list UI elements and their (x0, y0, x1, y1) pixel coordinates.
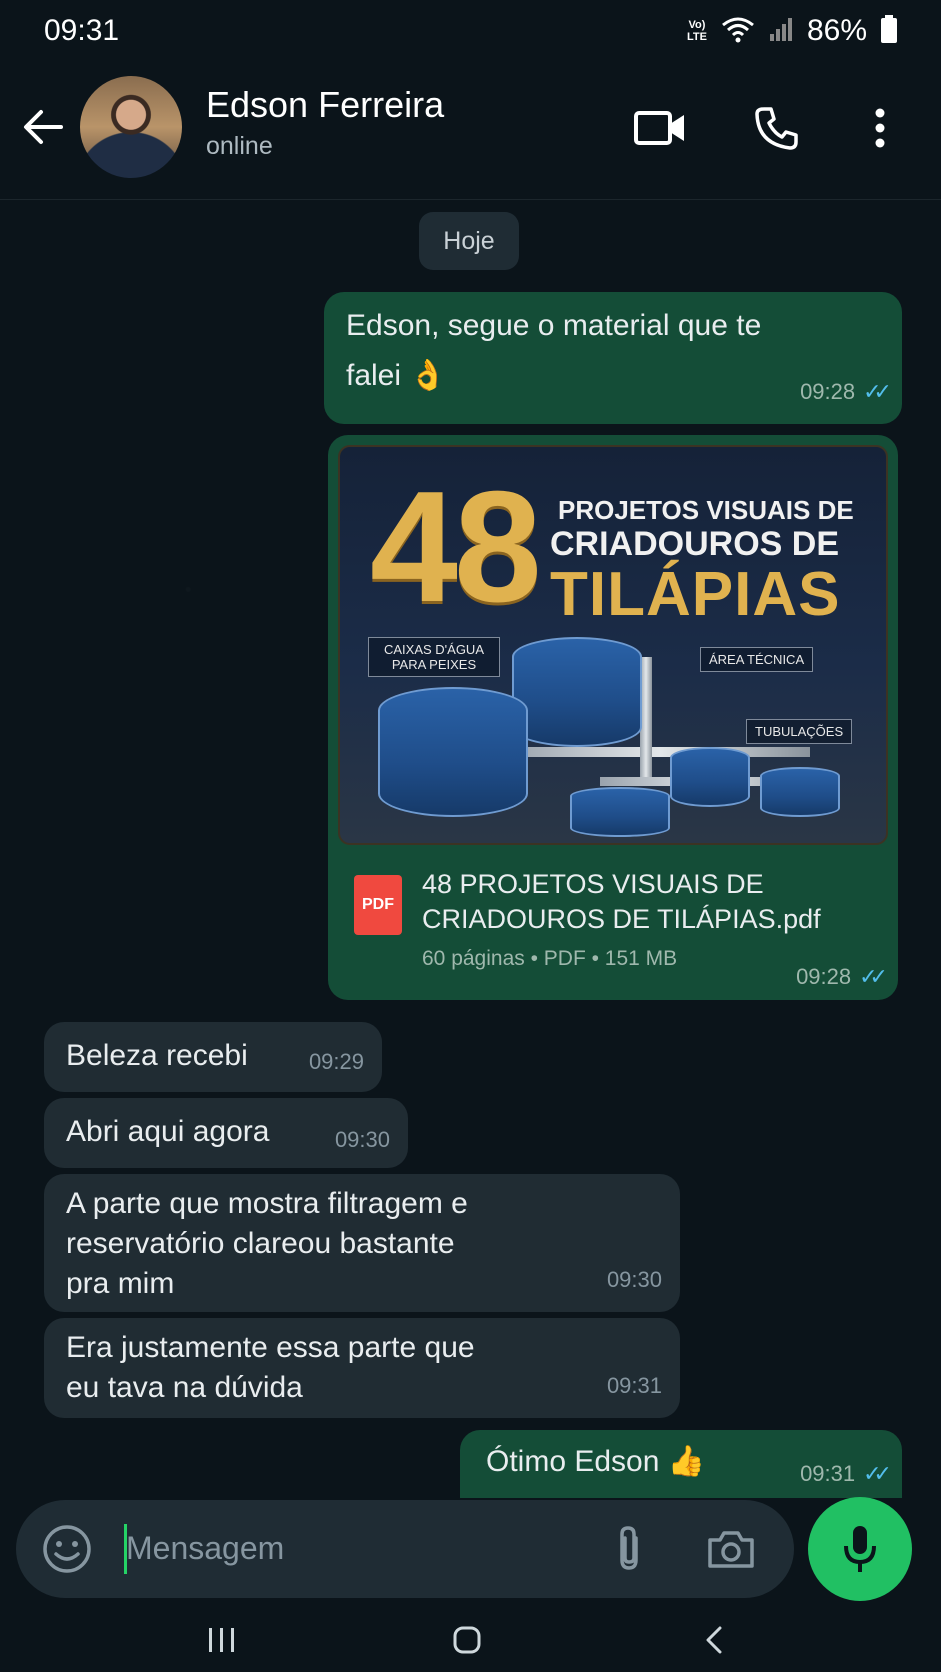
message-text: Abri aqui agora (66, 1115, 270, 1148)
system-nav-bar (0, 1605, 941, 1672)
outgoing-message[interactable]: Ótimo Edson 👍 09:31 ✓✓ (460, 1430, 902, 1498)
back-arrow-icon (24, 110, 63, 144)
message-time: 09:28 (796, 964, 852, 989)
document-cover-image[interactable]: 48 PROJETOS VISUAIS DE CRIADOUROS DE TIL… (338, 445, 888, 845)
cover-number: 48 (370, 459, 542, 635)
chat-header: Edson Ferreira online (0, 62, 941, 200)
pdf-file-icon: PDF (354, 875, 402, 935)
outgoing-message[interactable]: Edson, segue o material que te falei 👌 0… (324, 292, 902, 424)
message-meta: 09:31 (607, 1366, 662, 1406)
attach-icon (620, 1526, 638, 1570)
video-call-icon (634, 111, 684, 145)
cover-tank (670, 747, 750, 807)
message-meta: 09:28 ✓✓ (796, 964, 888, 990)
message-text-line: A parte que mostra filtragem e (66, 1187, 468, 1220)
message-text-line: reservatório clareou bastante (66, 1227, 455, 1260)
mic-icon (844, 1526, 876, 1572)
more-vert-icon (875, 108, 885, 148)
more-options-button[interactable] (850, 98, 910, 158)
cover-tank (760, 767, 840, 817)
incoming-message[interactable]: Era justamente essa parte que eu tava na… (44, 1318, 680, 1418)
date-separator: Hoje (419, 212, 519, 270)
cover-label: TUBULAÇÕES (746, 719, 853, 744)
status-time: 09:31 (44, 14, 120, 47)
read-ticks-icon: ✓✓ (859, 964, 888, 989)
message-text: Ótimo Edson 👍 (486, 1445, 706, 1478)
lte-indicator: Vo) LTE (686, 19, 707, 43)
document-file-name: 48 PROJETOS VISUAIS DE CRIADOUROS DE TIL… (422, 869, 821, 934)
message-composer[interactable]: Mensagem (16, 1500, 794, 1598)
chat-area[interactable]: Hoje Edson, segue o material que te fale… (0, 200, 941, 1498)
cover-label: ÁREA TÉCNICA (700, 647, 814, 672)
wifi-icon (721, 15, 755, 48)
contact-info[interactable]: Edson Ferreira online (206, 84, 444, 161)
cover-title-line: TILÁPIAS (550, 560, 841, 629)
message-meta: 09:28 ✓✓ (800, 372, 892, 412)
home-icon (453, 1626, 481, 1654)
cover-tank (378, 687, 528, 817)
message-time: 09:31 (606, 1373, 662, 1398)
message-text-line: Edson, segue o material que te (346, 309, 762, 342)
contact-avatar[interactable] (80, 76, 182, 178)
read-ticks-icon: ✓✓ (863, 1461, 892, 1486)
message-text-line: Era justamente essa parte que (66, 1331, 475, 1364)
nav-back-icon (706, 1626, 722, 1654)
message-time: 09:31 (800, 1461, 856, 1486)
battery-percent: 86% (806, 14, 867, 47)
message-time: 09:28 (800, 379, 856, 404)
message-time: 09:29 (308, 1049, 364, 1074)
contact-status: online (206, 132, 273, 160)
cover-label: CAIXAS D'ÁGUA PARA PEIXES (368, 637, 500, 677)
voice-record-button[interactable] (808, 1497, 912, 1601)
read-ticks-icon: ✓✓ (863, 379, 892, 404)
message-time: 09:30 (334, 1127, 390, 1152)
battery-icon (881, 14, 897, 48)
status-icons: Vo) LTE 86% (687, 14, 897, 48)
camera-icon (708, 1531, 754, 1568)
incoming-message[interactable]: Abri aqui agora 09:30 (44, 1098, 408, 1168)
home-button[interactable] (437, 1615, 497, 1665)
emoji-button[interactable] (38, 1520, 96, 1578)
attach-button[interactable] (600, 1520, 658, 1578)
signal-icon (769, 16, 793, 47)
voice-call-button[interactable] (746, 98, 806, 158)
status-bar: 09:31 Vo) LTE 86% (0, 0, 941, 62)
message-text: Beleza recebi (66, 1039, 248, 1072)
message-text-line: pra mim (66, 1267, 175, 1300)
message-meta: 09:29 (309, 1042, 364, 1082)
incoming-message[interactable]: Beleza recebi 09:29 (44, 1022, 382, 1092)
contact-name: Edson Ferreira (206, 84, 445, 125)
document-file-meta: 60 páginas • PDF • 151 MB (422, 947, 678, 970)
back-button[interactable] (18, 102, 68, 152)
message-text-line: eu tava na dúvida (66, 1371, 303, 1404)
recent-apps-icon (209, 1628, 234, 1652)
video-call-button[interactable] (630, 98, 690, 158)
phone-icon (755, 107, 798, 150)
message-meta: 09:30 (335, 1120, 390, 1160)
emoji-icon (43, 1525, 91, 1573)
message-meta: 09:30 (607, 1260, 662, 1300)
cover-title-line: PROJETOS VISUAIS DE (558, 495, 854, 525)
nav-back-button[interactable] (684, 1615, 744, 1665)
recent-apps-button[interactable] (192, 1615, 252, 1665)
cover-tank (570, 787, 670, 837)
document-info[interactable]: PDF 48 PROJETOS VISUAIS DE CRIADOUROS DE… (328, 845, 898, 1000)
message-time: 09:30 (606, 1267, 662, 1292)
camera-button[interactable] (702, 1520, 760, 1578)
cover-tank (512, 637, 642, 747)
document-message[interactable]: 48 PROJETOS VISUAIS DE CRIADOUROS DE TIL… (328, 435, 898, 1000)
message-input[interactable]: Mensagem (126, 1530, 284, 1567)
message-meta: 09:31 ✓✓ (800, 1454, 892, 1494)
message-text-line: falei 👌 (346, 359, 447, 392)
incoming-message[interactable]: A parte que mostra filtragem e reservató… (44, 1174, 680, 1312)
cover-pipe (510, 747, 810, 757)
